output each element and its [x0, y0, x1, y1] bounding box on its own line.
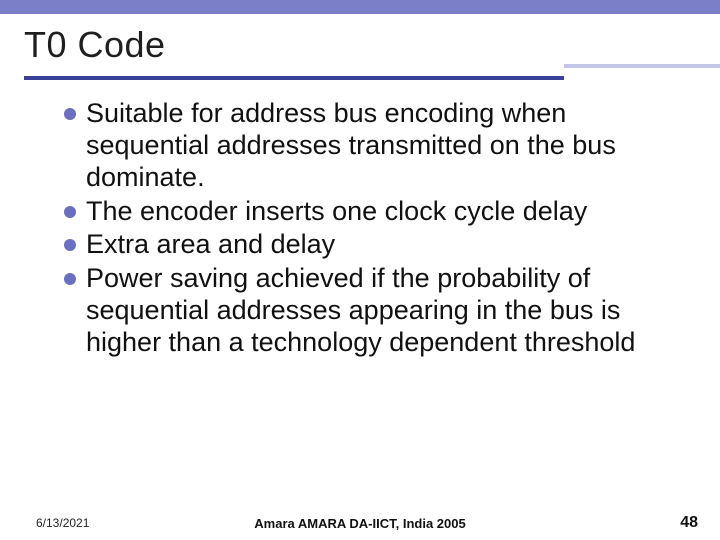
bullet-text: The encoder inserts one clock cycle dela…: [86, 196, 587, 228]
footer-author: Amara AMARA DA-IICT, India 2005: [254, 516, 465, 531]
bullet-item: The encoder inserts one clock cycle dela…: [64, 196, 680, 228]
top-accent-bar: [0, 0, 720, 14]
bullet-item: Suitable for address bus encoding when s…: [64, 98, 680, 194]
bullet-dot-icon: [64, 273, 76, 285]
title-area: T0 Code: [0, 14, 720, 66]
slide: T0 Code Suitable for address bus encodin…: [0, 0, 720, 540]
bullet-item: Extra area and delay: [64, 229, 680, 261]
bullet-dot-icon: [64, 206, 76, 218]
slide-footer: 6/13/2021 Amara AMARA DA-IICT, India 200…: [0, 516, 720, 530]
bullet-text: Suitable for address bus encoding when s…: [86, 98, 680, 194]
bullet-dot-icon: [64, 239, 76, 251]
slide-body: Suitable for address bus encoding when s…: [0, 80, 720, 359]
footer-page-number: 48: [680, 514, 698, 532]
slide-title: T0 Code: [24, 24, 720, 66]
footer-date: 6/13/2021: [36, 516, 89, 530]
bullet-text: Power saving achieved if the probability…: [86, 263, 680, 359]
bullet-item: Power saving achieved if the probability…: [64, 263, 680, 359]
bullet-dot-icon: [64, 108, 76, 120]
bullet-text: Extra area and delay: [86, 229, 335, 261]
rule-light: [564, 64, 720, 68]
